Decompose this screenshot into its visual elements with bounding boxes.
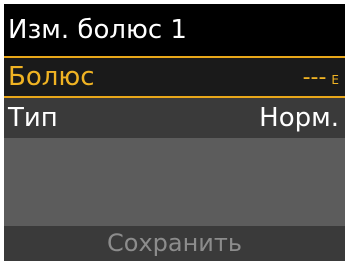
menu-item-bolus-value-group: --- Е <box>303 65 341 90</box>
menu-item-type-label: Тип <box>8 103 58 133</box>
device-screen: Изм. болюс 1 Болюс --- Е Тип Норм. Сохра… <box>4 4 345 261</box>
menu-item-type[interactable]: Тип Норм. <box>4 98 345 138</box>
empty-area <box>4 138 345 220</box>
save-button[interactable]: Сохранить <box>4 226 345 261</box>
menu-item-type-value: Норм. <box>259 103 339 133</box>
menu-item-bolus[interactable]: Болюс --- Е <box>4 56 345 98</box>
screen-title: Изм. болюс 1 <box>4 4 345 56</box>
menu-item-bolus-unit: Е <box>331 72 339 87</box>
menu-item-bolus-label: Болюс <box>8 62 95 92</box>
menu-item-bolus-value: --- <box>302 64 327 90</box>
